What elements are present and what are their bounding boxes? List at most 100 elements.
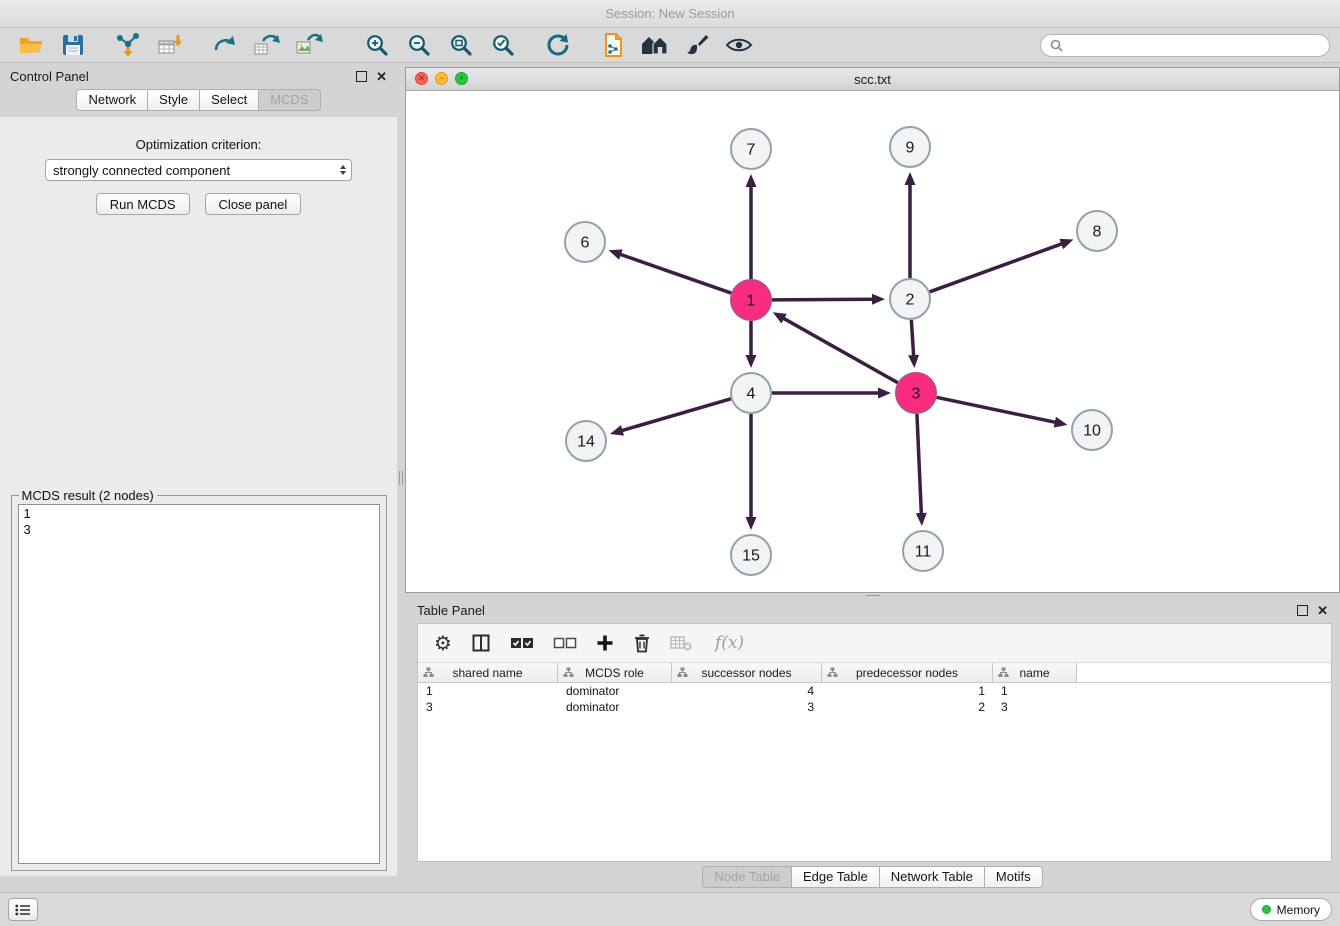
window-controls: ✕ − + (415, 72, 468, 85)
column-header-successor-nodes[interactable]: successor nodes (672, 663, 822, 682)
search-input[interactable] (1068, 37, 1320, 54)
zoom-in-icon (365, 33, 389, 57)
select-all-button[interactable] (510, 636, 534, 650)
table-cell[interactable]: 1 (418, 683, 558, 699)
graph-edge-3-10[interactable] (937, 397, 1057, 422)
graph-node-1[interactable]: 1 (731, 280, 771, 320)
graph-edge-1-2[interactable] (772, 299, 874, 300)
table-tab-node-table[interactable]: Node Table (702, 866, 791, 888)
export-image-button[interactable] (288, 30, 330, 61)
function-builder-button[interactable]: f(x) (715, 633, 744, 653)
table-cell[interactable]: 2 (822, 699, 993, 715)
graph-edge-4-14[interactable] (621, 399, 731, 431)
close-panel-button[interactable]: Close panel (205, 193, 302, 215)
graph-node-label: 14 (577, 434, 595, 451)
zoom-fit-button[interactable] (440, 30, 482, 61)
graph-node-4[interactable]: 4 (731, 373, 771, 413)
float-panel-icon[interactable] (356, 71, 367, 82)
graph-node-7[interactable]: 7 (731, 129, 771, 169)
close-table-panel-icon[interactable]: ✕ (1317, 604, 1328, 617)
float-table-panel-icon[interactable] (1297, 605, 1308, 616)
graph-edge-3-1[interactable] (782, 318, 897, 383)
zoom-out-button[interactable] (398, 30, 440, 61)
minimize-window-button[interactable]: − (435, 72, 448, 85)
style-brush-button[interactable] (676, 30, 718, 61)
table-cell[interactable]: 3 (993, 699, 1077, 715)
table-panel-title: Table Panel (417, 603, 485, 618)
graph-node-15[interactable]: 15 (731, 535, 771, 575)
run-mcds-button[interactable]: Run MCDS (96, 193, 190, 215)
eye-icon (725, 34, 753, 56)
show-hide-button[interactable] (718, 30, 760, 61)
table-cell[interactable]: 3 (672, 699, 822, 715)
table-cell[interactable]: 3 (418, 699, 558, 715)
graph-node-9[interactable]: 9 (890, 127, 930, 167)
vertical-splitter[interactable] (397, 63, 405, 892)
network-canvas[interactable]: 7 9 6 8 1 2 4 3 14 10 15 11 (406, 91, 1339, 592)
table-tab-edge-table[interactable]: Edge Table (791, 866, 879, 888)
table-cell[interactable]: 1 (993, 683, 1077, 699)
graph-edge-2-8[interactable] (930, 243, 1063, 292)
table-settings-button[interactable]: ⚙ (434, 633, 452, 653)
graph-edge-1-6[interactable] (619, 254, 731, 293)
table-row[interactable]: 3dominator323 (418, 699, 1331, 715)
column-header-predecessor-nodes[interactable]: predecessor nodes (822, 663, 993, 682)
graph-node-14[interactable]: 14 (566, 421, 606, 461)
memory-button[interactable]: Memory (1250, 898, 1332, 921)
table-cell[interactable]: 4 (672, 683, 822, 699)
split-columns-button[interactable] (471, 633, 491, 653)
open-file-button[interactable] (10, 30, 52, 61)
table-body: 1dominator4113dominator323 (418, 683, 1331, 715)
network-window-title: scc.txt (854, 72, 891, 87)
table-tab-motifs[interactable]: Motifs (984, 866, 1043, 888)
graph-node-8[interactable]: 8 (1077, 211, 1117, 251)
column-header-shared-name[interactable]: shared name (418, 663, 558, 682)
edge-arrowhead (609, 249, 623, 259)
graph-edge-3-11[interactable] (917, 414, 921, 515)
graph-node-6[interactable]: 6 (565, 222, 605, 262)
maximize-window-button[interactable]: + (455, 72, 468, 85)
table-cell[interactable]: 1 (822, 683, 993, 699)
document-share-icon (601, 32, 625, 58)
table-tab-network-table[interactable]: Network Table (879, 866, 984, 888)
network-from-table-button[interactable] (246, 30, 288, 61)
graph-edge-2-3[interactable] (911, 320, 913, 357)
import-network-icon (115, 32, 141, 58)
deselect-all-button[interactable] (553, 636, 577, 650)
tab-select[interactable]: Select (199, 89, 258, 111)
zoom-in-button[interactable] (356, 30, 398, 61)
graph-node-label: 9 (906, 140, 915, 157)
network-window: ✕ − + scc.txt 7 9 6 8 1 2 4 3 14 10 15 11 (405, 67, 1340, 593)
refresh-button[interactable] (537, 30, 579, 61)
tab-mcds[interactable]: MCDS (258, 89, 320, 111)
delete-column-button[interactable] (633, 633, 651, 653)
delete-table-button[interactable] (670, 634, 692, 652)
table-cell[interactable]: dominator (558, 699, 672, 715)
gear-icon: ⚙ (434, 633, 452, 653)
search-box[interactable] (1040, 34, 1330, 57)
save-session-button[interactable] (52, 30, 94, 61)
clone-network-button[interactable] (204, 30, 246, 61)
table-row[interactable]: 1dominator411 (418, 683, 1331, 699)
graph-node-2[interactable]: 2 (890, 279, 930, 319)
zoom-fit-icon (449, 33, 473, 57)
tab-style[interactable]: Style (147, 89, 199, 111)
import-network-button[interactable] (107, 30, 149, 61)
graph-node-3[interactable]: 3 (896, 373, 936, 413)
home-button[interactable] (634, 30, 676, 61)
graph-node-11[interactable]: 11 (903, 531, 943, 571)
task-history-button[interactable] (8, 898, 38, 921)
table-cell[interactable]: dominator (558, 683, 672, 699)
close-window-button[interactable]: ✕ (415, 72, 428, 85)
zoom-selected-button[interactable] (482, 30, 524, 61)
import-table-button[interactable] (149, 30, 191, 61)
close-panel-icon[interactable]: ✕ (376, 70, 387, 83)
tab-network[interactable]: Network (76, 89, 147, 111)
column-header-mcds-role[interactable]: MCDS role (558, 663, 672, 682)
document-share-button[interactable] (592, 30, 634, 61)
criterion-select[interactable]: strongly connected component (45, 159, 352, 181)
column-sort-icon (423, 667, 434, 678)
add-column-button[interactable] (596, 634, 614, 652)
column-header-name[interactable]: name (993, 663, 1077, 682)
graph-node-10[interactable]: 10 (1072, 410, 1112, 450)
